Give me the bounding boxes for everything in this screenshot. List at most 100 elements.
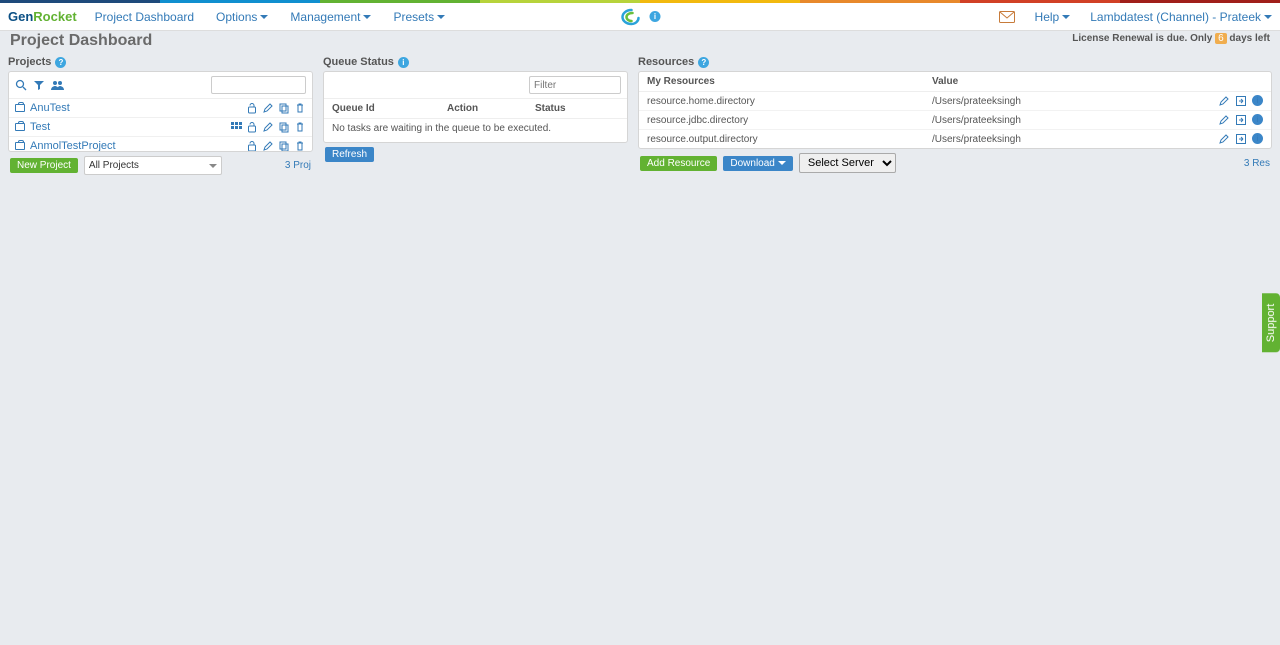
resources-column: Resources ? My Resources Value resource.… <box>638 56 1272 173</box>
resource-value: /Users/prateeksingh <box>932 115 1203 126</box>
delete-icon[interactable] <box>294 140 306 151</box>
project-row: AnmolTestProject <box>9 137 312 151</box>
resource-row: resource.home.directory/Users/prateeksin… <box>639 92 1271 111</box>
projects-count: 3 Proj <box>285 160 311 171</box>
resource-name: resource.jdbc.directory <box>647 115 932 126</box>
caret-icon <box>1264 15 1272 19</box>
queue-footer: Refresh <box>323 143 628 162</box>
swirl-logo-icon <box>620 8 644 26</box>
nav-management[interactable]: Management <box>290 10 371 24</box>
queue-table-head: Queue Id Action Status <box>324 98 627 119</box>
resources-panel: My Resources Value resource.home.directo… <box>638 71 1272 149</box>
projects-title: Projects ? <box>8 56 313 68</box>
lock-icon[interactable] <box>246 102 258 114</box>
server-select[interactable]: Select Server <box>799 153 896 173</box>
project-icon <box>15 104 25 112</box>
resource-value: /Users/prateeksingh <box>932 134 1203 145</box>
info-icon[interactable]: i <box>398 57 409 68</box>
copy-icon[interactable] <box>278 140 290 151</box>
copy-icon[interactable] <box>278 121 290 133</box>
project-link[interactable]: AnmolTestProject <box>15 140 246 151</box>
nav-project-dashboard[interactable]: Project Dashboard <box>95 10 194 24</box>
queue-col-status: Status <box>535 103 619 114</box>
queue-title: Queue Status i <box>323 56 628 68</box>
resource-name: resource.output.directory <box>647 134 932 145</box>
resource-actions: i <box>1203 133 1263 145</box>
caret-icon <box>260 15 268 19</box>
edit-icon[interactable] <box>1218 95 1230 107</box>
project-search-input[interactable] <box>211 76 306 94</box>
queue-filter-input[interactable] <box>529 76 621 94</box>
nav-options[interactable]: Options <box>216 10 268 24</box>
refresh-button[interactable]: Refresh <box>325 147 374 162</box>
edit-icon[interactable] <box>262 121 274 133</box>
edit-icon[interactable] <box>262 140 274 151</box>
nav-user[interactable]: Lambdatest (Channel) - Prateek <box>1090 10 1272 24</box>
project-actions <box>230 121 306 133</box>
add-resource-button[interactable]: Add Resource <box>640 156 717 171</box>
project-actions <box>246 102 306 114</box>
project-icon <box>15 142 25 150</box>
lock-icon[interactable] <box>246 121 258 133</box>
support-tab[interactable]: Support <box>1262 293 1280 352</box>
nav-left: Project Dashboard Options Management Pre… <box>95 10 445 24</box>
project-link[interactable]: AnuTest <box>15 102 246 114</box>
info-icon[interactable]: i <box>1252 95 1263 106</box>
resource-name: resource.home.directory <box>647 96 932 107</box>
edit-icon[interactable] <box>1218 133 1230 145</box>
open-icon[interactable] <box>1235 133 1247 145</box>
nav-center: i <box>620 8 661 26</box>
delete-icon[interactable] <box>294 121 306 133</box>
caret-icon <box>1062 15 1070 19</box>
main-content: Projects ? AnuTest Test AnmolTestProject N… <box>0 56 1280 175</box>
info-icon[interactable]: i <box>1252 133 1263 144</box>
new-project-button[interactable]: New Project <box>10 158 78 173</box>
info-icon[interactable]: i <box>650 11 661 22</box>
brand-logo[interactable]: GenRocket <box>8 9 77 24</box>
caret-icon <box>363 15 371 19</box>
projects-panel: AnuTest Test AnmolTestProject <box>8 71 313 152</box>
open-icon[interactable] <box>1235 114 1247 126</box>
project-actions <box>246 140 306 151</box>
resource-actions: i <box>1203 114 1263 126</box>
projects-toolbar-icons <box>15 79 65 91</box>
projects-filter-select[interactable]: All Projects <box>84 156 222 175</box>
grid-icon[interactable] <box>230 121 242 133</box>
projects-toolbar <box>9 72 312 99</box>
copy-icon[interactable] <box>278 102 290 114</box>
resource-value: /Users/prateeksingh <box>932 96 1203 107</box>
lock-icon[interactable] <box>246 140 258 151</box>
nav-presets[interactable]: Presets <box>393 10 445 24</box>
help-icon[interactable]: ? <box>698 57 709 68</box>
project-link[interactable]: Test <box>15 121 230 133</box>
nav-right: Help Lambdatest (Channel) - Prateek <box>999 10 1272 24</box>
edit-icon[interactable] <box>262 102 274 114</box>
help-icon[interactable]: ? <box>55 57 66 68</box>
projects-column: Projects ? AnuTest Test AnmolTestProject N… <box>8 56 313 175</box>
caret-icon <box>209 164 217 168</box>
delete-icon[interactable] <box>294 102 306 114</box>
edit-icon[interactable] <box>1218 114 1230 126</box>
resource-actions: i <box>1203 95 1263 107</box>
filter-icon[interactable] <box>33 79 45 91</box>
project-name: Test <box>30 121 50 133</box>
resources-table-head: My Resources Value <box>639 72 1271 92</box>
queue-col-id: Queue Id <box>332 103 447 114</box>
mail-icon[interactable] <box>999 11 1015 23</box>
top-navbar: GenRocket Project Dashboard Options Mana… <box>0 3 1280 31</box>
projects-footer: New Project All Projects 3 Proj <box>8 152 313 175</box>
queue-column: Queue Status i Queue Id Action Status No… <box>323 56 628 162</box>
nav-help[interactable]: Help <box>1035 10 1071 24</box>
project-row: Test <box>9 118 312 137</box>
caret-icon <box>437 15 445 19</box>
resources-col-name: My Resources <box>647 76 932 87</box>
resource-row: resource.output.directory/Users/prateeks… <box>639 130 1271 148</box>
queue-col-action: Action <box>447 103 535 114</box>
projects-list: AnuTest Test AnmolTestProject <box>9 99 312 151</box>
users-icon[interactable] <box>51 79 65 91</box>
open-icon[interactable] <box>1235 95 1247 107</box>
download-button[interactable]: Download <box>723 156 792 171</box>
search-icon[interactable] <box>15 79 27 91</box>
info-icon[interactable]: i <box>1252 114 1263 125</box>
project-icon <box>15 123 25 131</box>
